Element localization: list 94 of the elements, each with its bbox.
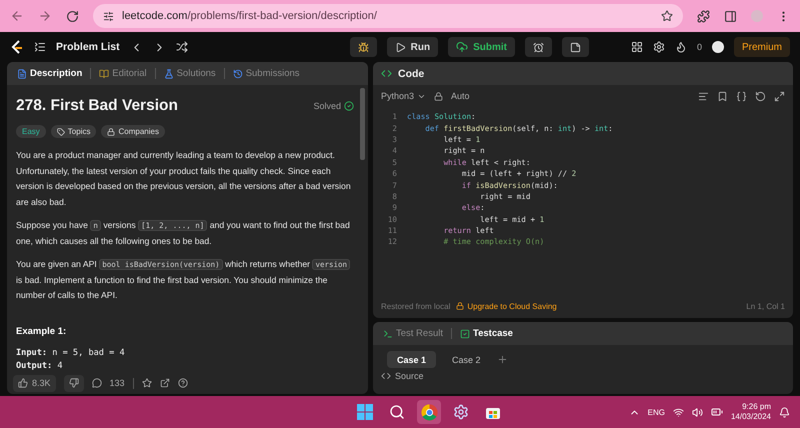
shuffle-icon[interactable]: [176, 41, 188, 53]
panel-tab[interactable]: Submissions: [230, 68, 302, 79]
notes-button[interactable]: [562, 37, 589, 57]
lock-icon: [456, 302, 464, 310]
debug-button[interactable]: [350, 37, 377, 57]
cloud-upload-icon: [456, 41, 468, 53]
browser-icon[interactable]: [420, 404, 438, 420]
tag-icon: [56, 128, 65, 136]
reload-icon[interactable]: [66, 10, 79, 22]
thumbs-up-icon: [18, 378, 28, 388]
code-icon: [381, 371, 391, 381]
comment-icon[interactable]: [92, 378, 102, 388]
address-bar[interactable]: leetcode.com/problems/first-bad-version/description/: [93, 4, 683, 28]
taskbar-app[interactable]: [417, 400, 442, 424]
play-icon: [394, 42, 406, 52]
case-tab[interactable]: Case 1: [387, 351, 436, 368]
add-icon[interactable]: [496, 354, 508, 365]
console-tab[interactable]: Test Result: [381, 328, 445, 339]
console-tab[interactable]: Testcase: [458, 328, 515, 339]
run-button[interactable]: Run: [386, 37, 438, 57]
settings-icon[interactable]: [652, 41, 665, 53]
dislike-button[interactable]: [64, 374, 84, 392]
alarm-clock-icon: [532, 42, 544, 52]
save-status: Restored from local: [381, 302, 450, 310]
lock-icon: [434, 92, 444, 100]
language-indicator[interactable]: ENG: [648, 408, 665, 416]
tag-chip[interactable]: Topics: [50, 125, 96, 138]
star-icon[interactable]: [142, 378, 152, 388]
thumbs-down-icon: [68, 378, 79, 388]
cursor-position: Ln 1, Col 1: [746, 302, 785, 310]
search-icon[interactable]: [389, 404, 406, 420]
help-icon[interactable]: [178, 378, 188, 388]
bug-icon: [358, 42, 369, 52]
scrollbar[interactable]: [360, 88, 365, 160]
example-line: Output: 4: [16, 360, 64, 372]
windows-logo-icon[interactable]: [357, 404, 374, 420]
logo-icon[interactable]: [10, 40, 24, 54]
clock-date[interactable]: 14/03/2024: [730, 412, 771, 422]
notification-icon[interactable]: [779, 406, 790, 418]
streak-count: 0: [696, 42, 702, 52]
volume-icon[interactable]: [692, 406, 703, 418]
problem-title: 278. First Bad Version: [16, 97, 178, 115]
back-icon[interactable]: [10, 9, 24, 23]
code-icon: [381, 68, 392, 79]
checkbox-icon: [460, 328, 470, 338]
bookmark-icon[interactable]: [717, 90, 728, 102]
list-icon[interactable]: [34, 41, 46, 53]
check-circle-icon: [344, 101, 354, 111]
panel-tab[interactable]: Editorial: [97, 68, 149, 79]
reset-icon[interactable]: [755, 90, 766, 102]
site-info-icon: [103, 10, 114, 22]
document-icon: [17, 68, 27, 78]
tag-chip[interactable]: Companies: [101, 125, 165, 138]
note-icon: [570, 42, 581, 52]
bookmark-star-icon[interactable]: [661, 10, 673, 22]
code-panel-title: Code: [398, 68, 424, 80]
flame-icon[interactable]: [674, 41, 687, 53]
terminal-icon: [383, 328, 393, 338]
panel-tab[interactable]: Solutions: [162, 68, 218, 79]
comment-count: 133: [110, 378, 125, 388]
side-panel-icon[interactable]: [724, 10, 737, 22]
premium-button[interactable]: Premium: [734, 37, 790, 57]
expand-icon[interactable]: [774, 90, 785, 102]
panel-tab[interactable]: Description: [15, 68, 84, 79]
timer-button[interactable]: [524, 37, 552, 57]
submit-button[interactable]: Submit: [448, 37, 515, 57]
case-tab[interactable]: Case 2: [442, 351, 491, 368]
book-icon: [99, 68, 110, 78]
settings-icon[interactable]: [453, 404, 470, 420]
problem-list-link[interactable]: Problem List: [56, 41, 120, 53]
difficulty-badge[interactable]: Easy: [16, 125, 46, 138]
clock-time[interactable]: 9:26 pm: [742, 402, 771, 412]
solved-status: Solved: [313, 101, 341, 111]
source-link[interactable]: Source: [373, 368, 793, 384]
forward-icon[interactable]: [38, 9, 52, 23]
autocomplete-mode: Auto: [451, 91, 470, 101]
upgrade-link[interactable]: Upgrade to Cloud Saving: [456, 302, 557, 310]
wifi-icon[interactable]: [672, 406, 684, 418]
format-icon[interactable]: [698, 90, 709, 102]
braces-icon[interactable]: [736, 90, 747, 102]
example-heading: Example 1:: [16, 326, 68, 336]
example-line: Input: n = 5, bad = 4: [16, 346, 126, 360]
lock-icon: [107, 128, 116, 136]
extensions-icon[interactable]: [697, 10, 710, 22]
flask-icon: [164, 68, 174, 78]
share-icon[interactable]: [160, 378, 170, 388]
battery-icon[interactable]: [710, 406, 723, 418]
user-avatar[interactable]: [712, 41, 724, 53]
url-text: leetcode.com/problems/first-bad-version/description/: [122, 10, 377, 22]
language-select[interactable]: Python3: [381, 91, 426, 101]
description-paragraph: You are a product manager and currently leading a team to develop a new product. Unfortunately, the latest version of your product fails the quality check. Since each version is developed based on the previous version, all the versions after a bad version are also bad.: [16, 149, 352, 208]
layout-grid-icon[interactable]: [630, 41, 643, 53]
like-button[interactable]: 8.3K: [13, 374, 56, 392]
history-icon: [232, 68, 243, 78]
